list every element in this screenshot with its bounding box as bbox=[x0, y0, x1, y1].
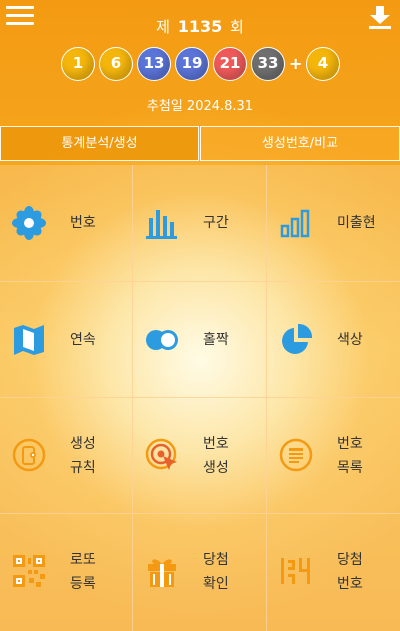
round-title: 제 1135 회 bbox=[0, 16, 400, 37]
menu-label: 규칙 bbox=[70, 460, 96, 476]
menu-label: 구간 bbox=[203, 215, 229, 231]
round-prefix: 제 bbox=[156, 18, 170, 36]
menu-item-register-lotto[interactable]: 로또 등록 bbox=[0, 514, 133, 631]
winning-balls: 1 6 13 19 21 33 + 4 bbox=[0, 47, 400, 85]
menu-label: 로또 bbox=[70, 552, 96, 568]
menu-item-number[interactable]: 번호 bbox=[0, 165, 133, 282]
menu-label: 목록 bbox=[337, 460, 363, 476]
map-icon bbox=[12, 323, 46, 357]
menu-label: 확인 bbox=[203, 576, 229, 592]
menu-item-consecutive[interactable]: 연속 bbox=[0, 282, 133, 398]
tab-statistics[interactable]: 통계분석/생성 bbox=[0, 126, 199, 161]
menu-item-number-list[interactable]: 번호 목록 bbox=[267, 398, 400, 514]
menu-item-color[interactable]: 색상 bbox=[267, 282, 400, 398]
menu-item-generation-rules[interactable]: 생성 규칙 bbox=[0, 398, 133, 514]
tab-bar: 통계분석/생성 생성번호/비교 bbox=[0, 126, 400, 163]
document-list-icon bbox=[279, 438, 313, 472]
plus-sign: + bbox=[289, 54, 303, 73]
menu-item-check-winning[interactable]: 당첨 확인 bbox=[133, 514, 267, 631]
menu-label: 생성 bbox=[70, 436, 96, 452]
round-suffix: 회 bbox=[230, 18, 244, 36]
number-digits-icon bbox=[279, 554, 313, 588]
menu-item-range[interactable]: 구간 bbox=[133, 165, 267, 282]
qr-code-icon bbox=[12, 554, 46, 588]
menu-item-odd-even[interactable]: 홀짝 bbox=[133, 282, 267, 398]
header: 제 1135 회 1 6 13 19 21 33 + 4 추첨일 2024.8.… bbox=[0, 0, 400, 125]
lotto-ball: 6 bbox=[99, 47, 133, 81]
menu-item-generate-numbers[interactable]: 번호 생성 bbox=[133, 398, 267, 514]
menu-item-missing[interactable]: 미출현 bbox=[267, 165, 400, 282]
bonus-ball: 4 bbox=[306, 47, 340, 81]
pie-chart-icon bbox=[279, 323, 313, 357]
menu-label: 당첨 bbox=[337, 552, 363, 568]
ascending-bars-icon bbox=[279, 206, 313, 240]
menu-label: 색상 bbox=[337, 332, 363, 348]
lotto-ball: 1 bbox=[61, 47, 95, 81]
menu-label: 생성 bbox=[203, 460, 229, 476]
lotto-ball: 33 bbox=[251, 47, 285, 81]
flower-icon bbox=[12, 206, 46, 240]
menu-label: 번호 bbox=[337, 576, 363, 592]
menu-label: 번호 bbox=[203, 436, 229, 452]
draw-date: 추첨일 2024.8.31 bbox=[146, 99, 254, 114]
lotto-ball: 13 bbox=[137, 47, 171, 81]
menu-label: 홀짝 bbox=[203, 332, 229, 348]
gift-icon bbox=[145, 554, 179, 588]
menu-label: 당첨 bbox=[203, 552, 229, 568]
menu-label: 연속 bbox=[70, 332, 96, 348]
target-icon bbox=[145, 438, 179, 472]
menu-label: 미출현 bbox=[337, 215, 376, 231]
lotto-ball: 19 bbox=[175, 47, 209, 81]
menu-label: 등록 bbox=[70, 576, 96, 592]
tab-generated-numbers[interactable]: 생성번호/비교 bbox=[200, 126, 400, 161]
lotto-ball: 21 bbox=[213, 47, 247, 81]
toggle-circles-icon bbox=[145, 323, 179, 357]
bar-chart-icon bbox=[145, 206, 179, 240]
menu-grid: 번호 구간 미출현 연속 홀짝 색상 생성 규칙 번호 생성 번호 목록 로또 … bbox=[0, 165, 400, 631]
menu-item-winning-numbers[interactable]: 당첨 번호 bbox=[267, 514, 400, 631]
phone-gear-icon bbox=[12, 438, 46, 472]
menu-label: 번호 bbox=[337, 436, 363, 452]
round-number: 1135 bbox=[177, 17, 223, 36]
menu-label: 번호 bbox=[70, 215, 96, 231]
